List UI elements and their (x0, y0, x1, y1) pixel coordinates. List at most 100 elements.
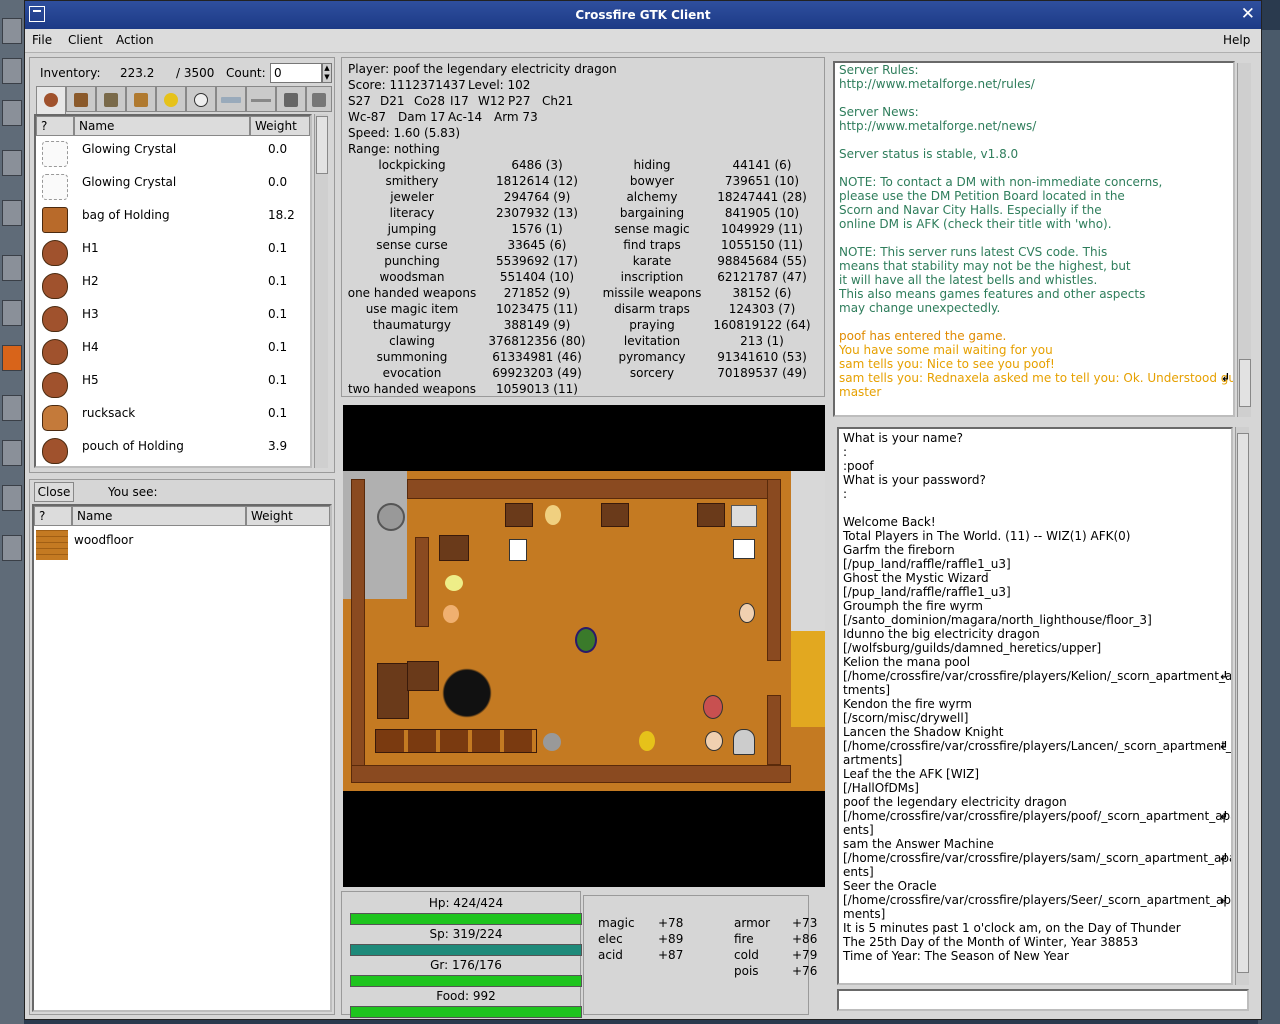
desktop-icon[interactable] (2, 58, 22, 84)
skill-name: jumping (387, 222, 437, 236)
tab-gold[interactable] (156, 86, 186, 112)
list-item[interactable]: pouch of Holding 3.9 (40, 435, 310, 466)
list-item[interactable]: H2 0.1 (40, 270, 310, 303)
item-name: H4 (82, 340, 99, 354)
column-header-name[interactable]: Name (72, 506, 246, 526)
wand-icon (221, 97, 241, 103)
item-weight: 0.1 (268, 307, 288, 321)
inventory-scrollbar[interactable] (314, 114, 328, 468)
list-item[interactable]: woodfloor (36, 528, 326, 562)
tab-all-items[interactable] (36, 86, 66, 114)
skill-name: sense magic (614, 222, 690, 236)
map-wall-bottom (351, 765, 791, 783)
rucksack-icon (42, 405, 68, 431)
title-bar[interactable]: Crossfire GTK Client ✕ (25, 1, 1261, 29)
skill-value: 376812356 (80) (488, 334, 586, 348)
desktop-icon[interactable] (2, 18, 22, 44)
scrollbar-thumb[interactable] (1239, 359, 1251, 407)
vital-bar (350, 975, 582, 987)
column-header-weight[interactable]: Weight (246, 506, 330, 526)
close-icon[interactable]: ✕ (1241, 4, 1255, 24)
vital-label: Food: 992 (436, 989, 496, 1003)
list-item[interactable]: H5 0.1 (40, 369, 310, 402)
console-line: Garfm the fireborn (843, 543, 955, 557)
item-name: bag of Holding (82, 208, 170, 222)
console-line: :poof (843, 459, 874, 473)
count-input[interactable]: 0 (270, 63, 322, 83)
desktop-icon[interactable] (2, 485, 22, 511)
window-menu-icon[interactable] (29, 6, 45, 22)
skill-value: 1059013 (11) (496, 382, 578, 396)
tab-applied[interactable] (66, 86, 96, 112)
tab-unpaid[interactable] (126, 86, 156, 112)
desktop-icon[interactable] (2, 255, 22, 281)
command-input[interactable] (837, 989, 1249, 1011)
tab-locked[interactable] (276, 86, 306, 112)
console-scrollbar[interactable] (1235, 427, 1249, 985)
combat-value: Ac-14 (448, 110, 483, 124)
skill-name: sorcery (629, 366, 675, 380)
skill-name: smithery (385, 174, 439, 188)
inventory-weight: 223.2 (120, 66, 155, 80)
tab-cursed[interactable] (186, 86, 216, 112)
skill-value: 551404 (10) (499, 270, 575, 284)
list-item[interactable]: H3 0.1 (40, 303, 310, 336)
pouch-icon (42, 372, 68, 398)
line-wrap-icon: ↲ (1221, 371, 1231, 384)
skill-value: 1049929 (11) (721, 222, 803, 236)
desktop-icon[interactable] (2, 300, 22, 326)
line-wrap-icon: ↲ (1219, 669, 1229, 682)
message-line: may change unexpectedly. (839, 301, 1001, 315)
tab-magical[interactable] (216, 86, 246, 112)
you-see-label: You see: (108, 485, 158, 499)
chest-icon (407, 661, 439, 691)
list-item[interactable]: H1 0.1 (40, 237, 310, 270)
ground-panel: Close You see: ? Name Weight woodfloor (29, 479, 335, 1015)
skill-name: evocation (382, 366, 442, 380)
stats-panel: Player: poof the legendary electricity d… (341, 57, 825, 397)
skill-name: disarm traps (614, 302, 690, 316)
column-header-name[interactable]: Name (74, 116, 250, 136)
list-item[interactable]: H4 0.1 (40, 336, 310, 369)
desktop-icon[interactable] (2, 100, 22, 126)
message-scrollbar[interactable] (1237, 63, 1251, 417)
resist-value: +78 (658, 916, 684, 930)
vital-label: Sp: 319/224 (429, 927, 503, 941)
close-button[interactable]: Close (34, 482, 74, 502)
list-item[interactable]: Glowing Crystal 0.0 (40, 138, 310, 171)
tab-unidentified[interactable] (246, 86, 276, 112)
desktop-icon[interactable] (2, 200, 22, 226)
desktop-icon[interactable] (2, 150, 22, 176)
list-item[interactable]: Glowing Crystal 0.0 (40, 171, 310, 204)
list-item[interactable]: bag of Holding 18.2 (40, 204, 310, 237)
skill-name: find traps (623, 238, 681, 252)
tab-unapplied[interactable] (96, 86, 126, 112)
desktop-icon[interactable] (2, 345, 22, 371)
desktop-icon[interactable] (2, 535, 22, 561)
list-item[interactable]: rucksack 0.1 (40, 402, 310, 435)
pouch-icon (42, 339, 68, 365)
count-spinner[interactable]: ▲ ▼ (322, 63, 332, 83)
tab-locked-unlock[interactable] (306, 86, 332, 112)
column-header-flag[interactable]: ? (34, 506, 72, 526)
skill-value: 69923203 (49) (492, 366, 582, 380)
menu-client[interactable]: Client (68, 33, 103, 47)
sign-icon (733, 539, 755, 559)
menu-help[interactable]: Help (1223, 33, 1250, 47)
skill-value: 38152 (6) (732, 286, 792, 300)
desktop-icon[interactable] (2, 440, 22, 466)
column-header-weight[interactable]: Weight (250, 116, 310, 136)
banana-icon (445, 575, 463, 591)
pouch-icon (42, 273, 68, 299)
window-title: Crossfire GTK Client (575, 8, 711, 22)
desktop-icon[interactable] (2, 395, 22, 421)
menu-file[interactable]: File (32, 33, 52, 47)
skill-name: jeweler (390, 190, 434, 204)
game-map[interactable] (343, 405, 825, 887)
scrollbar-thumb[interactable] (316, 116, 328, 174)
menu-action[interactable]: Action (116, 33, 154, 47)
ground-item-name: woodfloor (74, 533, 134, 547)
scrollbar-thumb[interactable] (1237, 433, 1249, 973)
skill-value: 33645 (6) (507, 238, 567, 252)
column-header-flag[interactable]: ? (36, 116, 74, 136)
